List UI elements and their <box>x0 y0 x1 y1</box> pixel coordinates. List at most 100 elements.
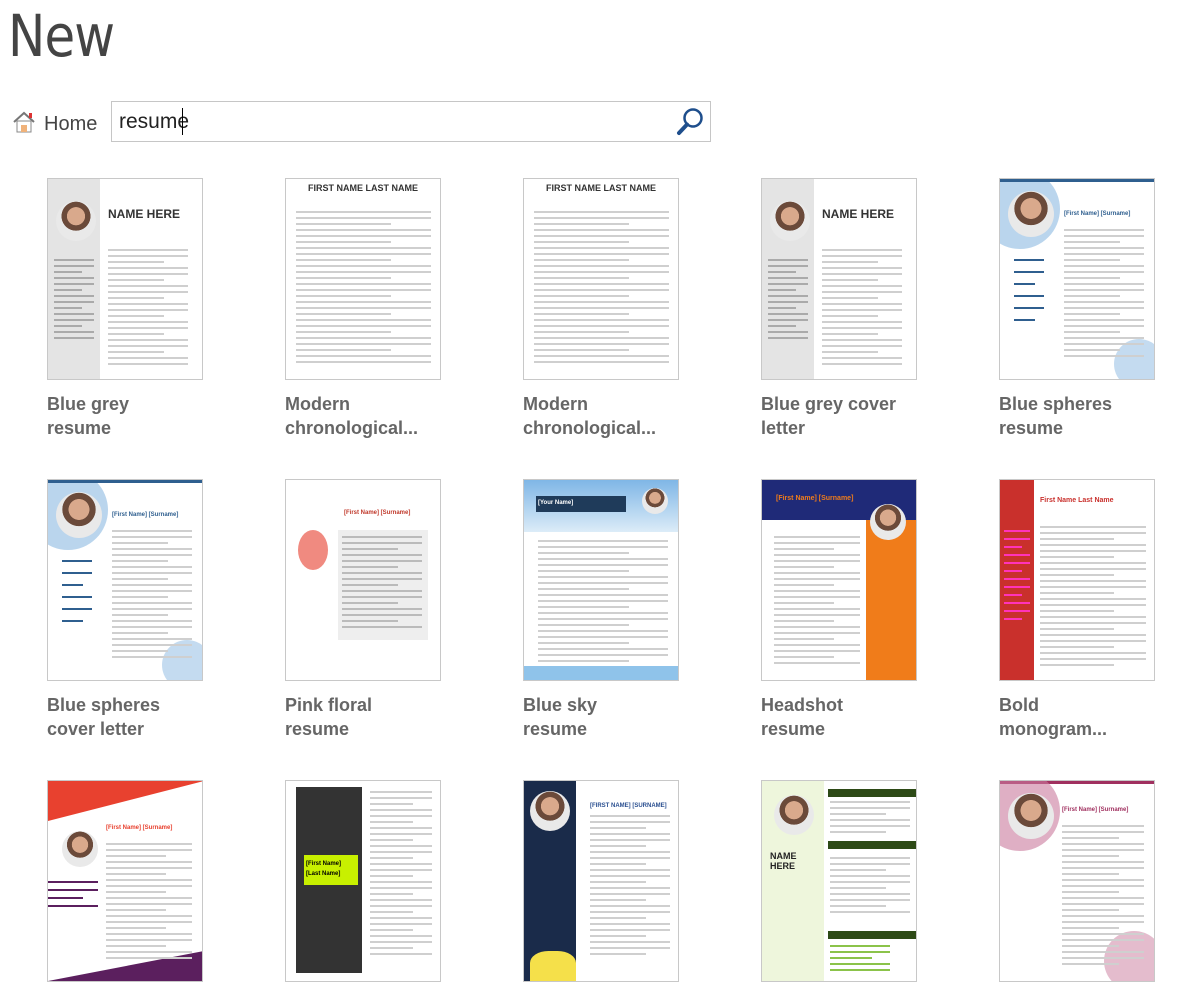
template-thumbnail[interactable]: [Your Name] <box>523 479 679 681</box>
template-thumbnail[interactable]: NAME HERE <box>47 178 203 380</box>
text-line <box>1062 963 1120 965</box>
text-line <box>296 265 431 267</box>
template-heading: NAME HERE <box>770 851 797 871</box>
text-line <box>108 285 188 287</box>
text-line <box>370 797 432 799</box>
template-thumbnail[interactable]: [First Name] [Surname] <box>761 479 917 681</box>
text-line <box>62 584 83 586</box>
text-line <box>534 283 669 285</box>
text-line <box>590 929 670 931</box>
template-card[interactable]: [First Name] [Last Name] <box>285 780 445 994</box>
headshot-photo <box>62 831 98 867</box>
text-line <box>112 608 192 610</box>
template-card[interactable]: [First Name] [Surname] Blue spheres cove… <box>47 479 207 741</box>
text-line <box>106 909 167 911</box>
search-button[interactable] <box>674 106 706 138</box>
text-line <box>108 321 188 323</box>
text-line <box>534 241 629 243</box>
text-line <box>342 620 398 622</box>
text-line <box>370 827 432 829</box>
template-thumbnail[interactable]: [First Name] [Surname] <box>999 178 1155 380</box>
text-line <box>296 283 431 285</box>
template-card[interactable]: [First Name] [Surname] <box>47 780 207 994</box>
text-line <box>1064 307 1144 309</box>
text-line <box>108 267 188 269</box>
template-card[interactable]: NAME HERE <box>761 780 921 994</box>
home-button[interactable]: Home <box>12 110 97 139</box>
text-line <box>370 905 432 907</box>
text-line <box>590 905 670 907</box>
text-line <box>1004 538 1030 540</box>
text-line <box>822 333 878 335</box>
text-line <box>108 327 188 329</box>
text-line <box>774 572 860 574</box>
text-line <box>1064 259 1120 261</box>
text-line <box>342 548 398 550</box>
template-card[interactable]: [Your Name] Blue sky resume <box>523 479 683 741</box>
text-line <box>774 590 860 592</box>
template-card[interactable]: FIRST NAME LAST NAME Modern chronologica… <box>523 178 683 440</box>
text-line <box>62 596 92 598</box>
template-thumbnail[interactable]: [First Name] [Surname] <box>47 780 203 982</box>
template-thumbnail[interactable]: [First Name] [Surname] <box>285 479 441 681</box>
template-card[interactable]: FIRST NAME LAST NAME Modern chronologica… <box>285 178 445 440</box>
template-thumbnail[interactable]: [First Name] [Surname] <box>47 479 203 681</box>
template-label: Headshot resume <box>761 693 921 741</box>
text-line <box>590 881 646 883</box>
text-line <box>342 590 422 592</box>
template-thumbnail[interactable]: NAME HERE <box>761 780 917 982</box>
text-line <box>1062 933 1144 935</box>
text-line <box>538 552 629 554</box>
template-thumbnail[interactable]: FIRST NAME LAST NAME <box>285 178 441 380</box>
text-line <box>830 801 910 803</box>
template-heading: [First Name] [Surname] <box>344 510 411 516</box>
text-line <box>342 542 422 544</box>
text-line <box>106 891 167 893</box>
text-line <box>54 331 94 333</box>
text-line <box>1004 562 1030 564</box>
text-line <box>1064 277 1120 279</box>
template-card[interactable]: [First Name] [Surname] <box>999 780 1159 994</box>
text-line <box>830 957 872 959</box>
template-thumbnail[interactable]: [First Name] [Surname] <box>999 780 1155 982</box>
template-card[interactable]: [First Name] [Surname] Blue spheres resu… <box>999 178 1159 440</box>
text-line <box>1040 538 1115 540</box>
text-line <box>342 626 422 628</box>
text-line <box>830 905 886 907</box>
text-line <box>370 803 414 805</box>
template-card[interactable]: NAME HERE Blue grey resume <box>47 178 207 440</box>
template-card[interactable]: [FIRST NAME] [SURNAME] <box>523 780 683 994</box>
template-label: Blue grey resume <box>47 392 207 440</box>
text-line <box>590 875 670 877</box>
template-thumbnail[interactable]: [First Name] [Last Name] <box>285 780 441 982</box>
template-thumbnail[interactable]: FIRST NAME LAST NAME <box>523 178 679 380</box>
text-line <box>1040 616 1146 618</box>
text-line <box>538 654 668 656</box>
text-line <box>112 578 168 580</box>
text-line <box>822 279 878 281</box>
text-line <box>296 349 391 351</box>
text-caret <box>182 108 183 135</box>
text-line <box>534 301 669 303</box>
template-card[interactable]: NAME HERE Blue grey cover letter <box>761 178 921 440</box>
text-line <box>822 267 902 269</box>
text-line <box>1064 337 1144 339</box>
search-input[interactable] <box>112 102 662 141</box>
text-line <box>54 289 82 291</box>
template-card[interactable]: [First Name] [Surname] Headshot resume <box>761 479 921 741</box>
template-card[interactable]: First Name Last Name Bold monogram... <box>999 479 1159 741</box>
template-thumbnail[interactable]: First Name Last Name <box>999 479 1155 681</box>
text-line <box>106 879 192 881</box>
text-line <box>296 361 431 363</box>
text-line <box>590 833 670 835</box>
text-line <box>106 945 167 947</box>
search-icon <box>677 108 703 135</box>
text-line <box>538 564 668 566</box>
text-line <box>370 917 432 919</box>
template-card[interactable]: [First Name] [Surname] Pink floral resum… <box>285 479 445 741</box>
text-line <box>106 849 192 851</box>
text-line <box>1004 586 1030 588</box>
template-thumbnail[interactable]: NAME HERE <box>761 178 917 380</box>
text-line <box>590 887 670 889</box>
template-thumbnail[interactable]: [FIRST NAME] [SURNAME] <box>523 780 679 982</box>
